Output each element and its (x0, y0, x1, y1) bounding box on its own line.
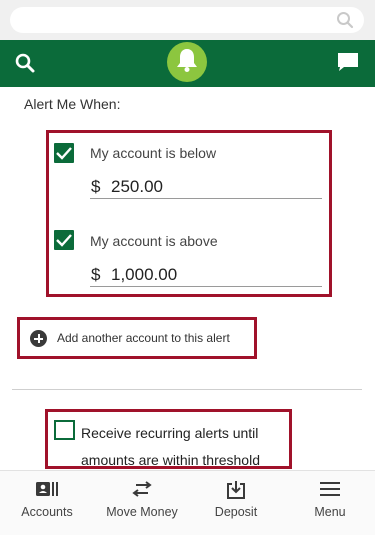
add-account-link[interactable]: Add another account to this alert (57, 331, 230, 345)
chat-icon[interactable] (337, 52, 359, 77)
above-amount-input[interactable]: 1,000.00 (111, 265, 177, 285)
nav-deposit-label: Deposit (214, 505, 258, 519)
recurring-label-line2: amounts are within threshold (81, 452, 260, 468)
bell-icon (175, 47, 199, 78)
below-amount-underline (90, 198, 322, 199)
nav-accounts[interactable]: Accounts (7, 471, 87, 535)
above-label: My account is above (90, 233, 218, 249)
search-icon (336, 11, 354, 34)
app-header (0, 40, 375, 87)
alert-heading: Alert Me When: (24, 96, 121, 112)
above-amount-underline (90, 286, 322, 287)
nav-move-money-label: Move Money (106, 505, 178, 519)
bottom-navigation: Accounts Move Money Deposit Menu (0, 470, 375, 535)
nav-move-money[interactable]: Move Money (96, 471, 188, 535)
below-label: My account is below (90, 145, 217, 161)
nav-menu-label: Menu (314, 505, 346, 519)
recurring-checkbox[interactable] (54, 420, 75, 440)
nav-accounts-label: Accounts (21, 505, 73, 519)
below-amount-input[interactable]: 250.00 (111, 177, 163, 197)
browser-bar (0, 0, 375, 40)
divider (12, 389, 362, 390)
deposit-icon (226, 481, 246, 504)
notification-button[interactable] (167, 42, 207, 82)
below-checkbox[interactable] (54, 143, 74, 163)
search-field[interactable] (10, 7, 364, 33)
nav-menu[interactable]: Menu (290, 471, 370, 535)
below-currency: $ (91, 177, 101, 196)
recurring-label-line1: Receive recurring alerts until (81, 425, 259, 441)
above-checkbox[interactable] (54, 230, 74, 250)
nav-deposit[interactable]: Deposit (196, 471, 276, 535)
accounts-icon (36, 481, 58, 502)
search-icon[interactable] (14, 52, 36, 79)
transfer-icon (132, 481, 152, 502)
add-circle-icon[interactable] (30, 330, 47, 347)
menu-icon (320, 481, 340, 502)
above-currency: $ (91, 265, 101, 284)
